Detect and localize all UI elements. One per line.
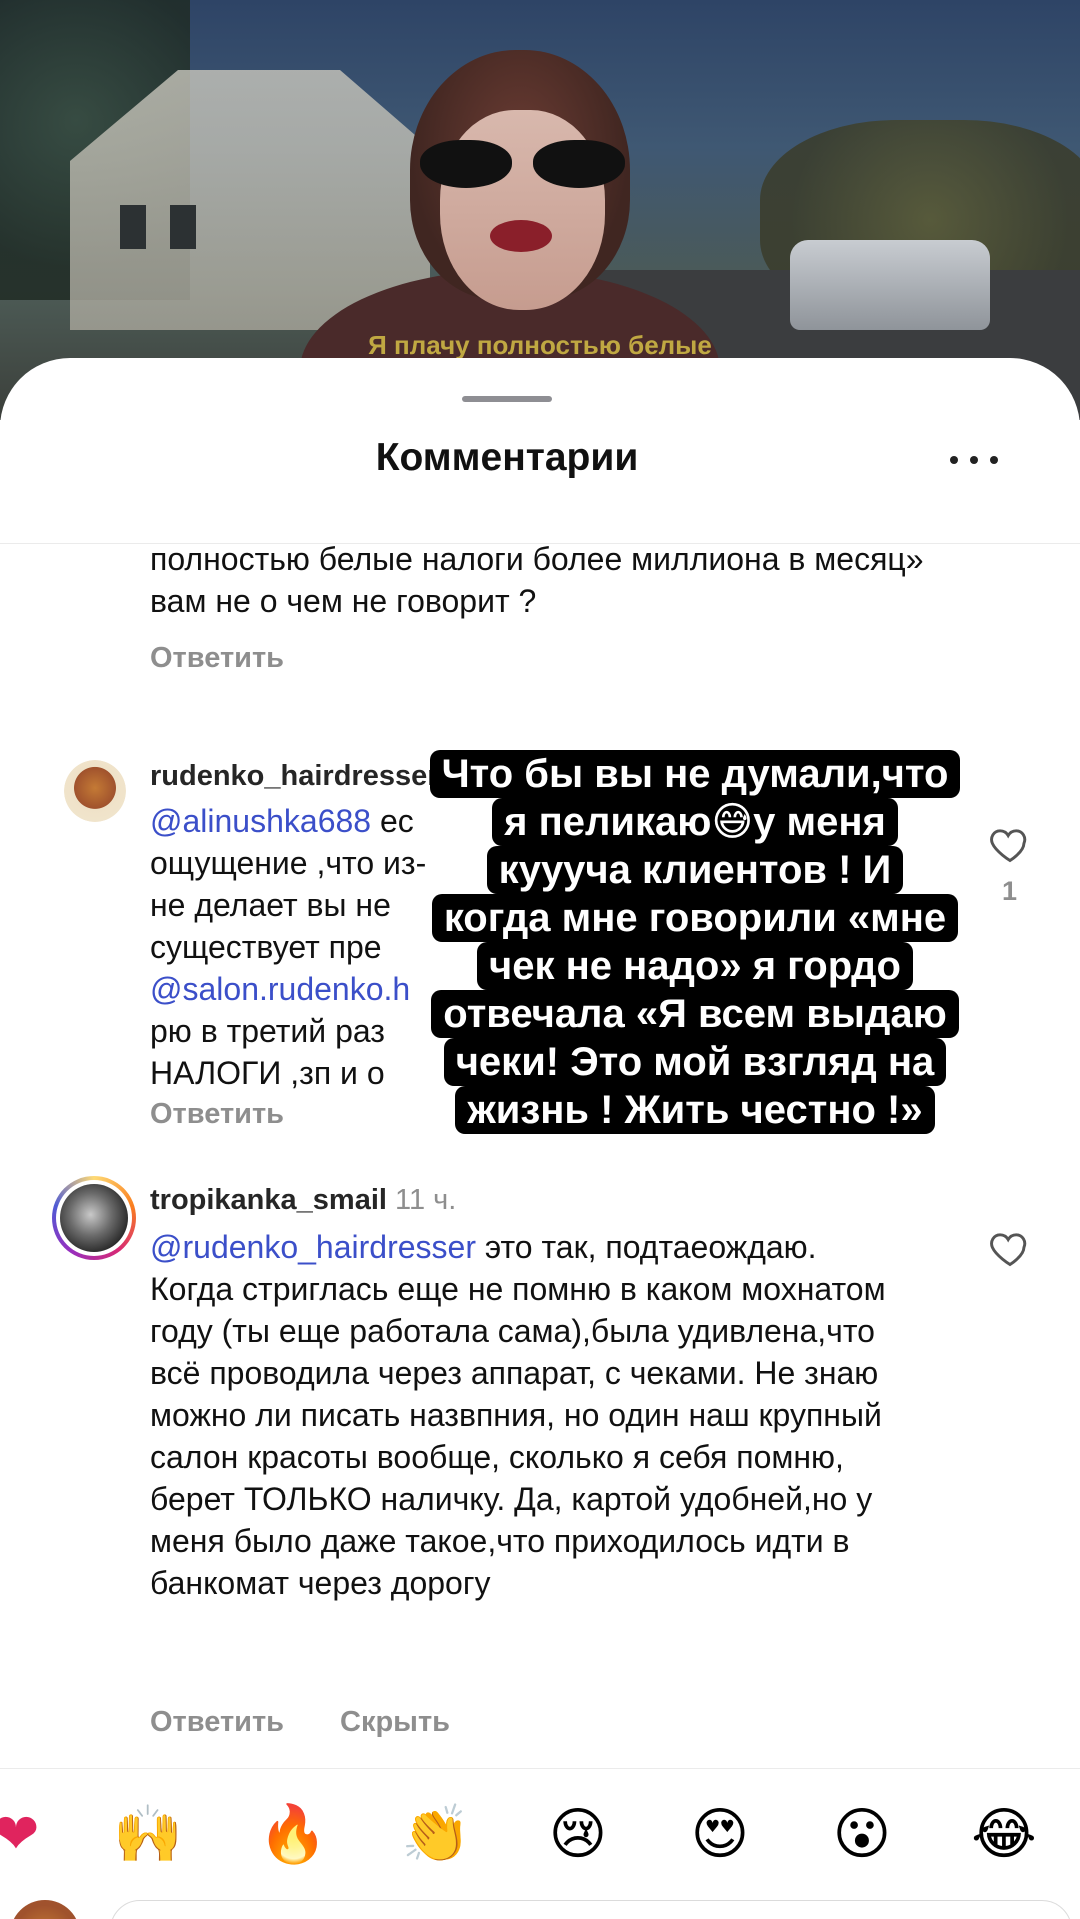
reply-button[interactable]: Ответить	[150, 1098, 284, 1131]
reply-button[interactable]: Ответить	[150, 642, 284, 675]
heart-emoji-icon[interactable]: ❤	[0, 1797, 54, 1873]
overlay-line: кууучa клиентов ! И	[486, 846, 904, 894]
comment-text-line: ес	[379, 803, 414, 839]
avatar	[56, 1180, 132, 1256]
emoji-reaction-bar: ❤ 🙌 🔥 👏 😢 😍 😮 😂	[0, 1768, 1080, 1919]
video-subtitle: Я плачу полностью белые	[368, 330, 712, 360]
overlay-line: чеки! Это мой взгляд на	[443, 1038, 947, 1086]
sheet-grabber[interactable]	[462, 396, 552, 402]
avatar-image	[64, 760, 126, 822]
video-sunglasses	[420, 140, 625, 188]
video-house-window	[170, 205, 196, 249]
comment-input[interactable]	[110, 1900, 1072, 1919]
mention-link[interactable]: @rudenko_hairdresser	[150, 1229, 476, 1265]
comment-username[interactable]: tropikanka_smail 11 ч.	[150, 1184, 456, 1217]
more-dot-icon	[990, 456, 998, 464]
comment-username[interactable]: rudenko_hairdresser	[150, 760, 439, 793]
sunglasses-lens	[420, 140, 512, 188]
fire-emoji-icon[interactable]: 🔥	[255, 1797, 331, 1873]
video-lips	[490, 220, 552, 252]
story-overlay-text: Что бы вы не думали,что я пеликаю😅у меня…	[410, 750, 980, 1134]
comment-item: tropikanka_smail 11 ч. @rudenko_hairdres…	[0, 1176, 1080, 1796]
mention-link[interactable]: @alinushka688	[150, 803, 371, 839]
overlay-line: Что бы вы не думали,что	[429, 750, 961, 798]
clapping-hands-emoji-icon[interactable]: 👏	[398, 1797, 474, 1873]
overlay-line: я пеликаю😅у меня	[492, 798, 898, 846]
screen: Я плачу полностью белые Комментарии полн…	[0, 0, 1080, 1919]
raised-hands-emoji-icon[interactable]: 🙌	[110, 1797, 186, 1873]
heart-eyes-emoji-icon[interactable]: 😍	[682, 1797, 758, 1873]
heart-icon[interactable]	[988, 822, 1032, 866]
more-dot-icon	[970, 456, 978, 464]
laughing-tears-emoji-icon[interactable]: 😂	[966, 1797, 1042, 1873]
heart-icon[interactable]	[988, 1226, 1032, 1270]
avatar[interactable]	[64, 760, 126, 822]
like-count: 1	[1002, 876, 1018, 906]
more-options-button[interactable]	[950, 448, 998, 472]
comment-body: @rudenko_hairdresser это так, подтаеожда…	[150, 1226, 900, 1604]
more-dot-icon	[950, 456, 958, 464]
overlay-line: чек не надо» я гордо	[477, 942, 913, 990]
partial-comment-text: полностью белые налоги более миллиона в …	[150, 541, 924, 619]
video-background[interactable]: Я плачу полностью белые	[0, 0, 1080, 420]
crying-face-emoji-icon[interactable]: 😢	[540, 1797, 616, 1873]
video-car	[790, 240, 990, 330]
video-house-window	[120, 205, 146, 249]
overlay-line: жизнь ! Жить честно !»	[455, 1086, 935, 1134]
sheet-title: Комментарии	[375, 436, 639, 479]
username-text[interactable]: tropikanka_smail	[150, 1184, 387, 1216]
comment-text: это так, подтаеождаю. Когда стриглась ещ…	[150, 1229, 886, 1601]
avatar-image	[60, 1184, 128, 1252]
surprised-face-emoji-icon[interactable]: 😮	[824, 1797, 900, 1873]
reply-button[interactable]: Ответить	[150, 1706, 284, 1739]
avatar-story-ring[interactable]	[52, 1176, 136, 1260]
overlay-line: когда мне говорили «мне	[431, 894, 959, 942]
overlay-line: отвечала «Я всем выдаю	[431, 990, 959, 1038]
sunglasses-lens	[533, 140, 625, 188]
comment-timestamp: 11 ч.	[395, 1184, 457, 1216]
comments-sheet: Комментарии полностью белые налоги более…	[0, 358, 1080, 1919]
username-text[interactable]: rudenko_hairdresser	[150, 760, 439, 792]
hide-button[interactable]: Скрыть	[340, 1706, 450, 1739]
